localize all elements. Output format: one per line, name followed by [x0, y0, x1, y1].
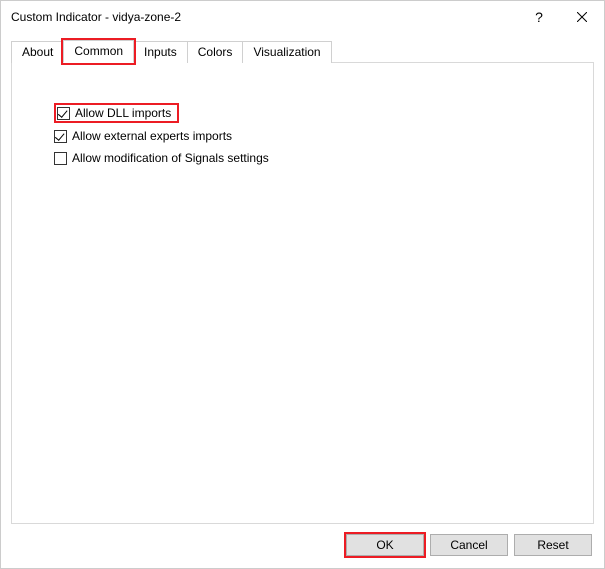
label-allow-signals: Allow modification of Signals settings: [72, 151, 269, 165]
help-button[interactable]: ?: [519, 2, 559, 32]
option-allow-dll[interactable]: Allow DLL imports: [54, 103, 179, 123]
checkbox-allow-dll[interactable]: [57, 107, 70, 120]
close-button[interactable]: [559, 2, 604, 32]
checkbox-allow-experts[interactable]: [54, 130, 67, 143]
window-title: Custom Indicator - vidya-zone-2: [11, 10, 519, 24]
reset-button[interactable]: Reset: [514, 534, 592, 556]
close-icon: [577, 12, 587, 22]
tabstrip: About Common Inputs Colors Visualization: [11, 39, 594, 62]
checkbox-allow-signals[interactable]: [54, 152, 67, 165]
tab-common[interactable]: Common: [63, 40, 134, 63]
titlebar: Custom Indicator - vidya-zone-2 ?: [1, 1, 604, 33]
tab-panel-common: Allow DLL imports Allow external experts…: [11, 62, 594, 524]
tab-about[interactable]: About: [11, 41, 64, 63]
tab-visualization[interactable]: Visualization: [242, 41, 331, 63]
dialog-footer: OK Cancel Reset: [1, 524, 604, 568]
tab-colors[interactable]: Colors: [187, 41, 244, 63]
option-allow-signals[interactable]: Allow modification of Signals settings: [54, 151, 553, 165]
label-allow-dll: Allow DLL imports: [75, 106, 171, 120]
option-allow-experts[interactable]: Allow external experts imports: [54, 129, 553, 143]
label-allow-experts: Allow external experts imports: [72, 129, 232, 143]
cancel-button[interactable]: Cancel: [430, 534, 508, 556]
content-area: About Common Inputs Colors Visualization…: [1, 33, 604, 524]
dialog-window: Custom Indicator - vidya-zone-2 ? About …: [0, 0, 605, 569]
help-icon: ?: [535, 9, 543, 25]
ok-button[interactable]: OK: [346, 534, 424, 556]
tab-inputs[interactable]: Inputs: [133, 41, 188, 63]
